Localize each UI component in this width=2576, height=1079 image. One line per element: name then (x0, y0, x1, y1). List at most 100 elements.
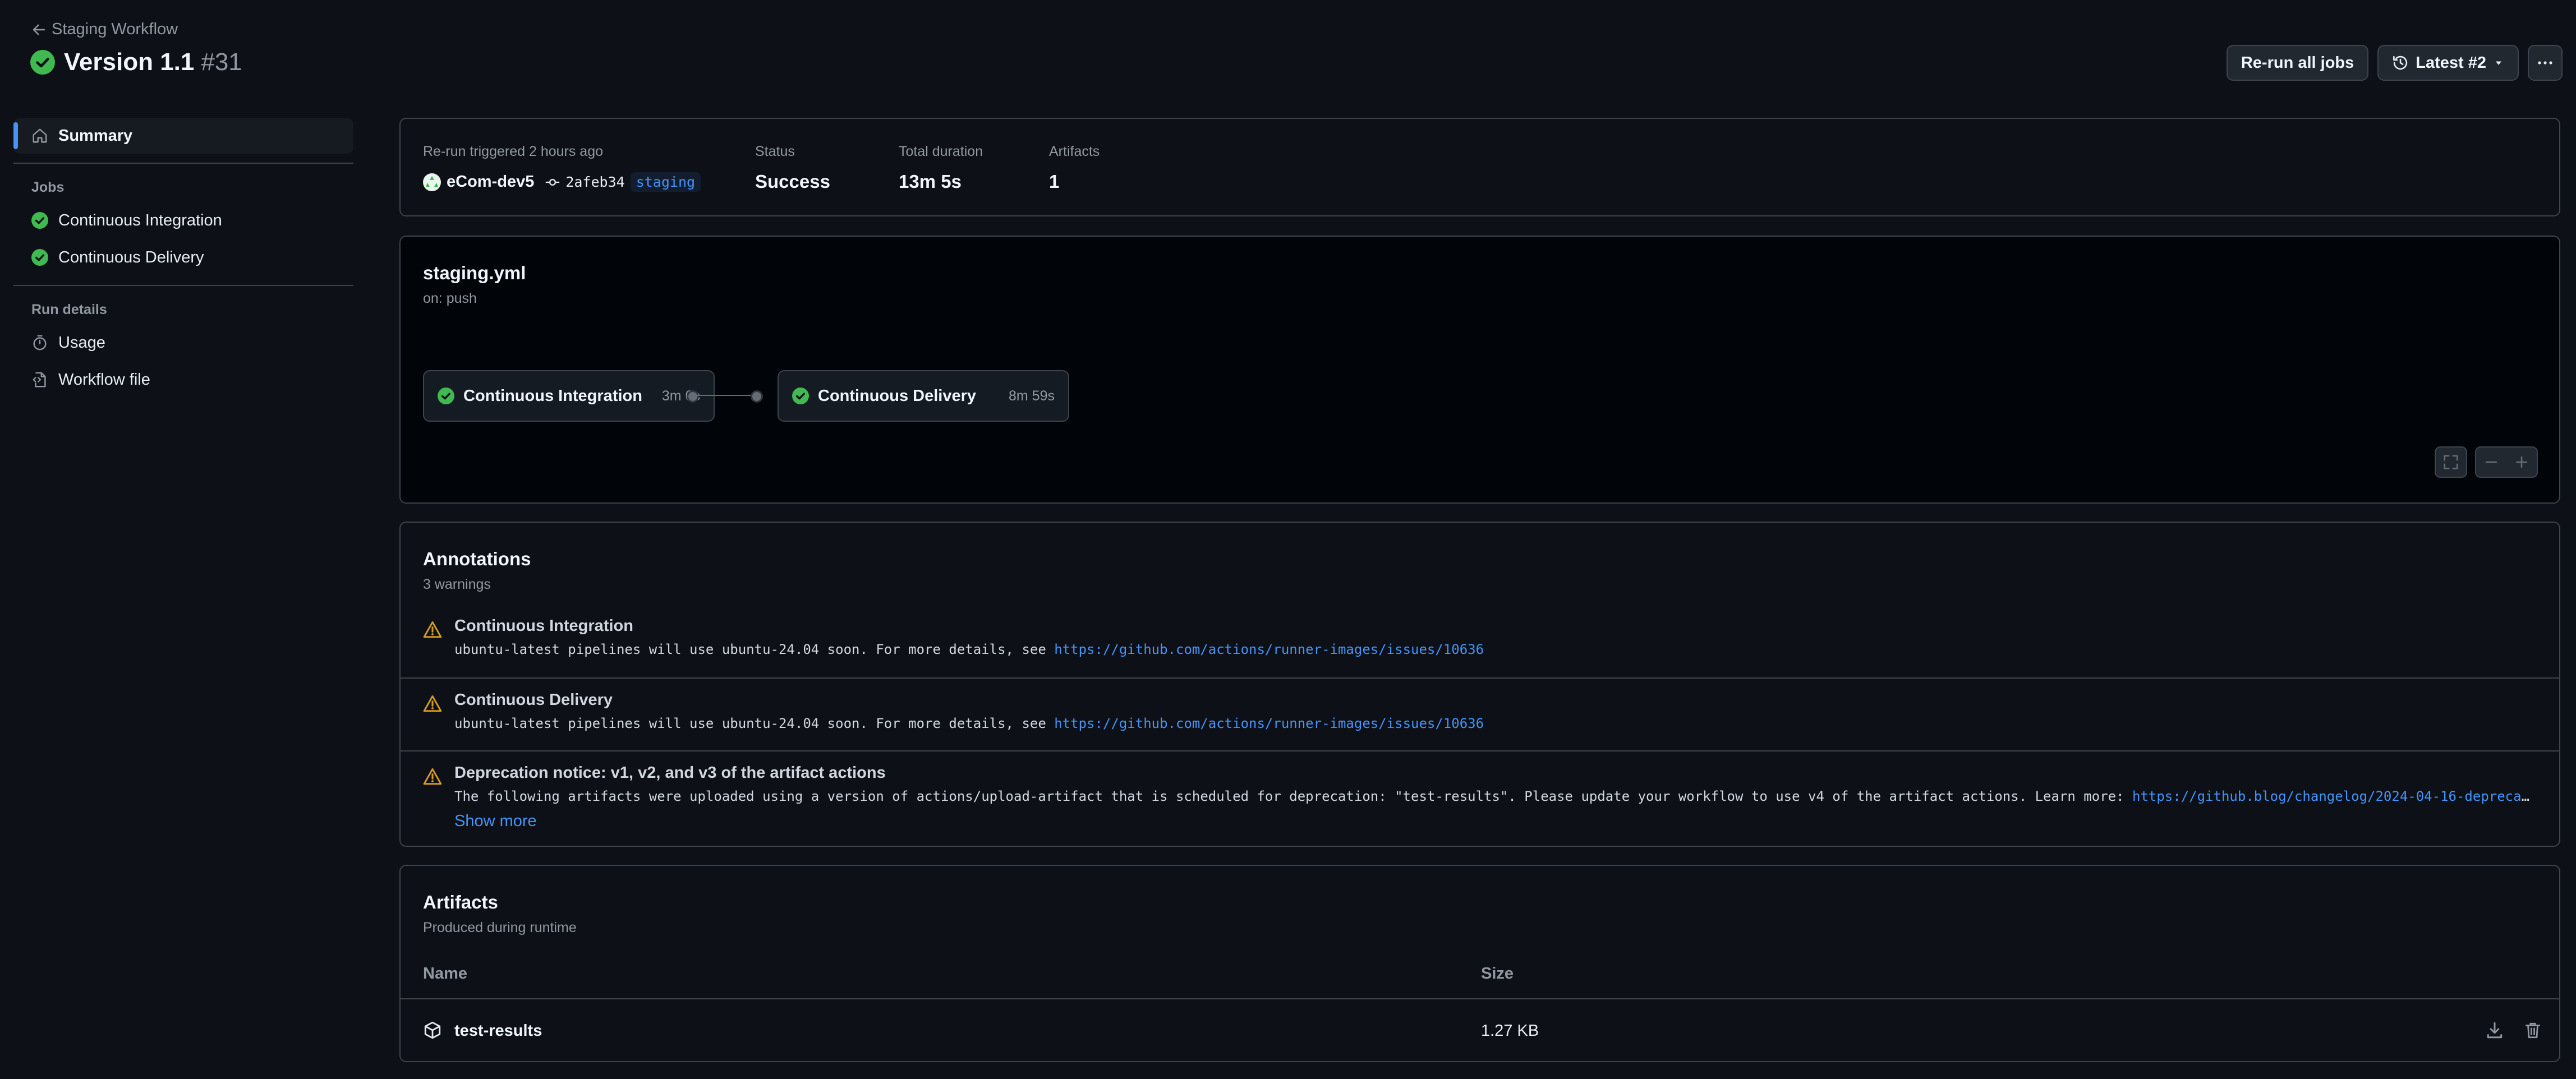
stopwatch-icon (31, 334, 48, 351)
zoom-controls (2475, 446, 2538, 478)
job-node-continuous-delivery[interactable]: Continuous Delivery 8m 59s (778, 370, 1069, 422)
status-value: Success (755, 171, 830, 192)
back-link[interactable]: Staging Workflow (31, 20, 178, 39)
annotation-title: Continuous Integration (454, 617, 633, 635)
sidebar-item-label: Continuous Delivery (58, 248, 204, 266)
artifacts-info: Artifacts 1 (1049, 144, 1100, 192)
fullscreen-button[interactable] (2435, 446, 2467, 478)
artifacts-panel: Artifacts Produced during runtime Name S… (399, 865, 2560, 1062)
workflow-trigger: on: push (423, 290, 477, 306)
file-code-icon (31, 371, 48, 388)
home-icon (31, 127, 48, 144)
kebab-horizontal-icon (2536, 54, 2554, 72)
show-more-link[interactable]: Show more (454, 812, 537, 831)
annotation-title: Continuous Delivery (454, 691, 613, 709)
commit-sha-link[interactable]: 2afeb34 (565, 174, 624, 190)
annotation-message-text: ubuntu-latest pipelines will use ubuntu-… (454, 642, 1055, 657)
download-icon[interactable] (2485, 1021, 2504, 1040)
artifact-name-link[interactable]: test-results (454, 1022, 542, 1040)
attempt-selector-label: Latest #2 (2416, 53, 2486, 72)
job-node-name: Continuous Delivery (818, 386, 976, 405)
success-check-icon (31, 212, 48, 229)
sidebar-item-summary[interactable]: Summary (13, 118, 353, 154)
annotations-panel: Annotations 3 warnings Continuous Integr… (399, 522, 2560, 847)
history-icon (2392, 54, 2409, 71)
sidebar-item-continuous-delivery[interactable]: Continuous Delivery (13, 239, 353, 276)
annotations-title: Annotations (423, 548, 531, 569)
warning-icon (423, 620, 442, 639)
graph-connector-line (697, 395, 752, 396)
annotation-item: Deprecation notice: v1, v2, and v3 of th… (401, 750, 2559, 848)
sidebar-jobs-heading: Jobs (31, 179, 65, 195)
annotation-item: Continuous Delivery ubuntu-latest pipeli… (401, 677, 2559, 751)
attempt-selector-button[interactable]: Latest #2 (2377, 45, 2519, 81)
run-title: Version 1.1 (64, 48, 195, 76)
artifacts-subtitle: Produced during runtime (423, 920, 577, 935)
run-summary-panel: Re-run triggered 2 hours ago eCom-dev5 2… (399, 118, 2560, 216)
status-label: Status (755, 144, 795, 159)
table-row: test-results 1.27 KB (401, 999, 2559, 1061)
warning-icon (423, 694, 442, 713)
duration-value: 13m 5s (899, 171, 962, 192)
sidebar-item-continuous-integration[interactable]: Continuous Integration (13, 202, 353, 239)
graph-connector-dot (687, 390, 699, 403)
annotation-message-text: ubuntu-latest pipelines will use ubuntu-… (454, 716, 1055, 731)
annotation-link[interactable]: https://github.com/actions/runner-images… (1054, 716, 1484, 731)
rerun-all-jobs-label: Re-run all jobs (2241, 53, 2354, 72)
rerun-all-jobs-button[interactable]: Re-run all jobs (2226, 45, 2369, 81)
warning-icon (423, 767, 442, 786)
column-header-size: Size (1481, 965, 1514, 983)
git-commit-icon (545, 175, 560, 190)
column-header-name: Name (423, 965, 467, 983)
sidebar-divider (13, 163, 353, 164)
annotation-link[interactable]: https://github.blog/changelog/2024-04-16… (2132, 789, 2537, 804)
sidebar-item-summary-label: Summary (58, 126, 133, 145)
more-options-button[interactable] (2528, 45, 2563, 81)
workflow-file-name: staging.yml (423, 262, 526, 283)
annotation-link[interactable]: https://github.com/actions/runner-images… (1054, 642, 1484, 657)
success-check-icon (31, 249, 48, 266)
job-node-name: Continuous Integration (463, 386, 642, 405)
sidebar-item-workflow-file[interactable]: Workflow file (13, 361, 353, 398)
triangle-down-icon (2493, 57, 2504, 68)
package-icon (423, 1021, 442, 1040)
sidebar: Summary Jobs Continuous Integration Cont… (13, 118, 353, 398)
zoom-out-icon[interactable] (2483, 454, 2499, 470)
avatar[interactable] (423, 173, 441, 191)
annotation-message: ubuntu-latest pipelines will use ubuntu-… (454, 642, 2537, 657)
trash-icon[interactable] (2523, 1021, 2542, 1040)
fullscreen-icon (2442, 454, 2459, 471)
job-node-continuous-integration[interactable]: Continuous Integration 3m 0s (423, 370, 715, 422)
duration-info: Total duration 13m 5s (899, 144, 983, 192)
artifacts-title: Artifacts (423, 892, 498, 912)
zoom-in-icon[interactable] (2514, 454, 2529, 470)
sidebar-item-label: Usage (58, 333, 105, 352)
sidebar-item-usage[interactable]: Usage (13, 324, 353, 361)
workflow-graph-panel: staging.yml on: push Continuous Integrat… (399, 236, 2560, 504)
annotations-count: 3 warnings (423, 577, 491, 592)
branch-badge[interactable]: staging (630, 172, 701, 192)
sidebar-run-details-heading: Run details (31, 301, 107, 317)
trigger-info: Re-run triggered 2 hours ago eCom-dev5 2… (423, 144, 701, 192)
sidebar-item-label: Continuous Integration (58, 211, 222, 229)
annotation-item: Continuous Integration ubuntu-latest pip… (401, 605, 2559, 677)
success-check-icon (438, 388, 454, 404)
artifacts-count[interactable]: 1 (1049, 171, 1100, 192)
annotation-title: Deprecation notice: v1, v2, and v3 of th… (454, 764, 886, 782)
artifact-size: 1.27 KB (1481, 1022, 1539, 1040)
actor-link[interactable]: eCom-dev5 (447, 173, 534, 191)
annotation-message: The following artifacts were uploaded us… (454, 789, 2537, 804)
success-check-icon (30, 50, 55, 75)
trigger-text: Re-run triggered 2 hours ago (423, 144, 604, 159)
duration-label: Total duration (899, 144, 983, 159)
annotation-message-text: The following artifacts were uploaded us… (454, 789, 2132, 804)
job-node-duration: 8m 59s (1009, 388, 1055, 404)
annotation-message: ubuntu-latest pipelines will use ubuntu-… (454, 716, 2537, 731)
run-number: #31 (201, 48, 242, 76)
page-title: Version 1.1 #31 (30, 48, 242, 76)
arrow-left-icon (31, 22, 46, 37)
success-check-icon (792, 388, 809, 404)
status-info: Status Success (755, 144, 830, 192)
back-link-label: Staging Workflow (52, 20, 178, 38)
sidebar-divider (13, 285, 353, 286)
